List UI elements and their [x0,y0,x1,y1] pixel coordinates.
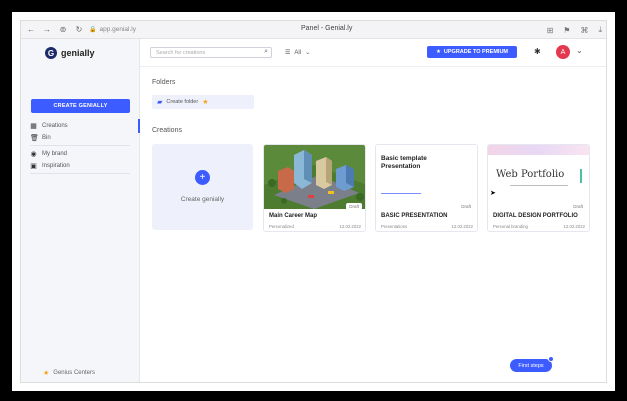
sidebar-item-inspiration[interactable]: ▣ Inspiration [30,161,130,171]
sidebar-divider [30,173,130,174]
creations-heading: Creations [152,127,182,134]
genially-logo-icon: G [45,47,57,59]
forward-icon[interactable]: → [41,24,53,36]
card-category: Personalized [269,224,294,229]
thumbnail-text: Basic template Presentation [381,155,427,170]
url-text: app.genial.ly [99,26,136,33]
grid-icon: ▦ [30,122,37,130]
card-title: DIGITAL DESIGN PORTFOLIO [493,213,578,219]
create-genially-card[interactable]: + Create genially [152,144,253,230]
star-icon: ★ [202,99,209,106]
star-icon: ★ [435,49,441,55]
thumbnail-subline [510,185,568,186]
address-bar[interactable]: 🔒 app.genial.ly [89,24,136,36]
star-icon: ★ [43,370,50,377]
browser-window: ← → ⊚ ↻ 🔒 app.genial.ly Panel - Genial.l… [20,20,607,383]
trash-icon: 🗑 [30,134,39,142]
status-badge: Draft [458,203,474,210]
create-folder-button[interactable]: ▰ Create folder ★ [152,95,254,109]
extension-icon[interactable]: ⊞ [547,26,554,35]
sidebar-item-label: Inspiration [42,163,70,169]
sidebar: G genially CREATE GENIALLY ▦ Creations 🗑… [21,39,140,382]
palette-icon: ◉ [30,150,37,158]
thumbnail-subline [381,193,421,194]
brand-logo[interactable]: G genially [45,47,95,59]
card-category: Presentations [381,224,408,229]
create-genially-card-label: Create genially [180,196,225,203]
notification-dot [548,356,554,362]
sidebar-item-label: Creations [42,123,68,129]
card-title: BASIC PRESENTATION [381,213,448,219]
card-date: 12.02.2022 [451,224,473,229]
filter-dropdown[interactable]: ☰ All ⌄ [285,49,311,57]
notifications-icon[interactable]: ✱ [534,47,541,56]
sidebar-divider [30,145,130,146]
thumbnail-gradient-bar [488,145,589,155]
sidebar-item-creations[interactable]: ▦ Creations [30,119,140,133]
chevron-down-icon: ⌄ [305,50,311,56]
sidebar-item-my-brand[interactable]: ◉ My brand [30,149,130,159]
status-badge: Draft [346,203,362,210]
search-placeholder: Search for creations [156,49,206,56]
app-topbar: Search for creations ⌕ ☰ All ⌄ ★ UPGRADE… [140,39,606,67]
card-thumbnail-city [264,145,365,209]
pocket-icon[interactable]: ⌘ [580,26,588,35]
tab-title: Panel - Genial.ly [301,25,353,32]
reload-icon[interactable]: ↻ [73,24,85,36]
first-steps-button[interactable]: First steps [510,356,554,372]
sidebar-item-label: My brand [42,151,68,157]
filter-icon: ☰ [285,50,291,56]
card-title: Main Career Map [269,213,318,219]
lock-icon: 🔒 [89,27,97,33]
filter-value: All [294,49,302,56]
thumbnail-accent-line [580,169,582,183]
card-thumbnail-portfolio: Web Portfolio ➤ [488,145,589,209]
card-thumbnail-presentation: Basic template Presentation [376,145,477,209]
upgrade-premium-button[interactable]: ★ UPGRADE TO PREMIUM [427,46,517,58]
avatar[interactable]: A [556,45,570,59]
creation-card[interactable]: Web Portfolio ➤ Draft DIGITAL DESIGN POR… [487,144,590,232]
creation-card[interactable]: Basic template Presentation Draft BASIC … [375,144,478,232]
first-steps-label: First steps [518,362,544,369]
cursor-icon: ➤ [490,190,496,197]
folder-plus-icon: ▰ [157,99,163,106]
search-icon[interactable]: ⌕ [264,48,268,56]
download-icon[interactable]: ⤓ [598,25,602,35]
browser-toolbar: ← → ⊚ ↻ 🔒 app.genial.ly Panel - Genial.l… [21,21,606,39]
card-category: Personal branding [493,224,528,229]
search-input[interactable]: Search for creations ⌕ [150,47,272,58]
sidebar-item-label: Bin [42,135,51,141]
thumbnail-text: Web Portfolio [496,169,565,180]
genius-centers-link[interactable]: ★ Genius Centers [43,369,95,377]
image-icon: ▣ [30,162,37,170]
bookmark-icon[interactable]: ⚑ [563,26,570,35]
genius-centers-label: Genius Centers [53,370,95,376]
browser-actions: ⊞ ⚑ ⌘ ⤓ [547,23,602,37]
back-icon[interactable]: ← [25,24,37,36]
brand-name: genially [61,48,95,58]
shield-icon[interactable]: ⊚ [57,24,69,36]
sidebar-item-bin[interactable]: 🗑 Bin [30,133,130,143]
create-genially-button[interactable]: CREATE GENIALLY [31,99,130,113]
main-content: Folders ▰ Create folder ★ Creations + Cr… [140,67,606,382]
status-badge: Draft [570,203,586,210]
chevron-down-icon[interactable]: ⌄ [576,46,583,55]
card-date: 12.02.2022 [339,224,361,229]
plus-icon[interactable]: + [195,170,210,185]
folders-heading: Folders [152,79,176,86]
create-folder-label: Create folder [166,99,199,105]
upgrade-label: UPGRADE TO PREMIUM [443,49,508,55]
card-date: 12.02.2022 [563,224,585,229]
creation-card[interactable]: Draft Main Career Map Personalized 12.02… [263,144,366,232]
